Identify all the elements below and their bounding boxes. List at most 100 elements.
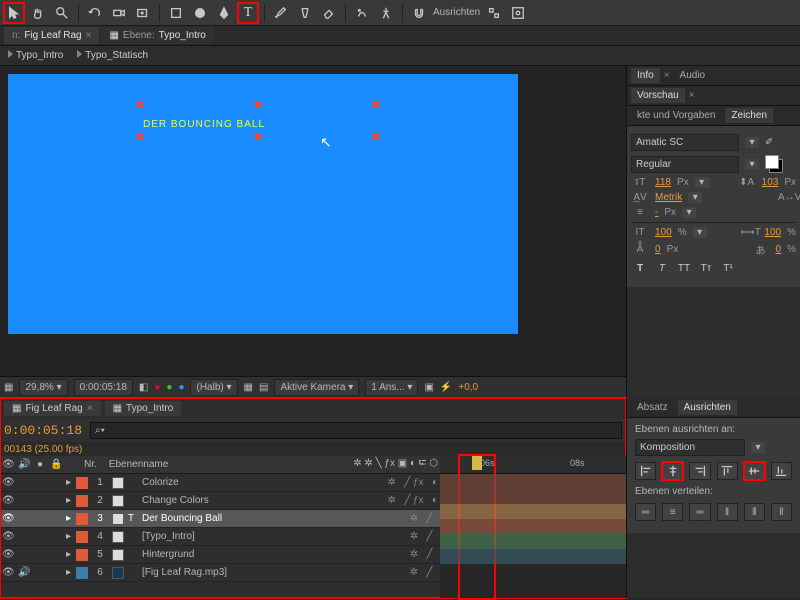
stroke-width[interactable]: - [655, 207, 658, 218]
align-vcenter[interactable] [744, 462, 765, 480]
camera-tool[interactable] [109, 3, 129, 23]
dist-hc[interactable]: ⦀ [744, 503, 765, 521]
leading[interactable]: 103 [762, 177, 779, 188]
file-tab-figleaf[interactable]: n:Fig Leaf Rag× [4, 27, 99, 44]
layer-row[interactable]: 👁 ▸ 5 Hintergrund ✲ ╱ [0, 546, 440, 564]
shape-ellipse-tool[interactable] [190, 3, 210, 23]
tab-zeichen[interactable]: Zeichen [725, 108, 773, 123]
eye-icon[interactable]: 👁 [2, 477, 14, 488]
composition-viewer: DER BOUNCING BALL ↖ ▦ 29,8% ▾ 0:00:05:18… [0, 66, 626, 398]
zoom-tool[interactable] [52, 3, 72, 23]
tab-ausrichten[interactable]: Ausrichten [678, 400, 737, 415]
dist-right[interactable]: ‖ [771, 503, 792, 521]
canvas[interactable]: DER BOUNCING BALL ↖ [8, 74, 518, 334]
zoom-dropdown[interactable]: 29,8% ▾ [19, 379, 67, 396]
close-icon[interactable]: × [87, 403, 93, 414]
puppet-tool[interactable] [376, 3, 396, 23]
super-btn[interactable]: T¹ [719, 263, 737, 279]
hscale[interactable]: 100 [764, 227, 781, 238]
vscale[interactable]: 100 [655, 227, 672, 238]
eraser-tool[interactable] [319, 3, 339, 23]
font-weight[interactable]: Regular [631, 156, 739, 173]
dist-left[interactable]: ‖ [717, 503, 738, 521]
file-tab-typo[interactable]: ▦ Ebene:Typo_Intro [101, 27, 213, 44]
bold-btn[interactable]: T [631, 263, 649, 279]
dist-vc[interactable]: ≡ [662, 503, 683, 521]
eye-icon[interactable]: 👁 [2, 495, 14, 506]
tab-info[interactable]: Info [631, 68, 660, 83]
cti-head[interactable] [472, 456, 482, 470]
align-target[interactable]: Komposition [635, 439, 745, 456]
view-opt-icon[interactable]: ▣ [424, 382, 433, 393]
layer-row[interactable]: 👁 🔊 ▸ 6 [Fig Leaf Rag.mp3] ✲ ╱ [0, 564, 440, 582]
close-icon[interactable]: × [86, 30, 92, 41]
brush-tool[interactable] [271, 3, 291, 23]
camera-dropdown[interactable]: Aktive Kamera ▾ [274, 379, 359, 396]
align-bottom[interactable] [771, 462, 792, 480]
bolt-icon[interactable]: ⚡ [440, 382, 452, 393]
resolution-dropdown[interactable]: (Halb) ▾ [190, 379, 237, 396]
comp-tab-intro[interactable]: Typo_Intro [8, 50, 63, 61]
selection-tool[interactable] [4, 3, 24, 23]
comp-tab-statisch[interactable]: Typo_Statisch [77, 50, 148, 61]
roto-tool[interactable] [352, 3, 372, 23]
eyedropper-icon[interactable]: ✐ [765, 137, 773, 148]
transparent-icon[interactable]: ▦ [244, 382, 253, 393]
shape-rect-tool[interactable] [166, 3, 186, 23]
baseline[interactable]: 0 [655, 244, 661, 255]
clone-tool[interactable] [295, 3, 315, 23]
layer-name: Change Colors [142, 495, 384, 506]
channel-icon[interactable]: ● [154, 382, 160, 393]
grid-icon[interactable]: ▤ [259, 382, 268, 393]
tab-effekte[interactable]: kte und Vorgaben [631, 108, 721, 123]
snap-screen[interactable] [508, 3, 528, 23]
font-size[interactable]: 118 [655, 177, 671, 188]
tab-absatz[interactable]: Absatz [631, 400, 674, 415]
time-display[interactable]: 0:00:05:18 [74, 379, 133, 396]
eye-icon[interactable]: 👁 [2, 513, 14, 524]
frame-count: 00143 (25.00 fps) [4, 444, 82, 455]
layer-row[interactable]: 👁 ▸ 2 Change Colors ✲ ╱ ƒx ◐ [0, 492, 440, 510]
timeline-tracks[interactable]: 06s 08s [440, 456, 626, 598]
kerning[interactable]: Metrik [655, 192, 682, 203]
timecode[interactable]: 0:00:05:18 [4, 423, 82, 438]
snap-icon[interactable] [409, 3, 429, 23]
tab-vorschau[interactable]: Vorschau [631, 88, 685, 103]
align-right[interactable] [689, 462, 710, 480]
tl-tab-typo[interactable]: ▦ Typo_Intro [105, 401, 182, 416]
layer-row[interactable]: 👁 ▸ 1 Colorize ✲ ╱ ƒx ◐ [0, 474, 440, 492]
tab-audio[interactable]: Audio [674, 68, 712, 83]
dist-bot[interactable]: ═ [689, 503, 710, 521]
caps-btn[interactable]: TT [675, 263, 693, 279]
layer-search[interactable]: ⌕▾ [90, 422, 622, 439]
layer-row[interactable]: 👁 ▸ 3 T Der Bouncing Ball ✲ ╱ [0, 510, 440, 528]
text-layer[interactable]: DER BOUNCING BALL [143, 104, 265, 134]
dist-top[interactable]: ═ [635, 503, 656, 521]
layer-name: Colorize [142, 477, 384, 488]
align-left[interactable] [635, 462, 656, 480]
anchor-tool[interactable] [133, 3, 153, 23]
eye-header-icon: 👁 [2, 459, 14, 470]
exposure-val[interactable]: +0,0 [458, 382, 478, 393]
rotate-tool[interactable] [85, 3, 105, 23]
mask-icon[interactable]: ◧ [139, 382, 148, 393]
tracking-icon: A↔V [778, 192, 796, 203]
snap-opts[interactable] [484, 3, 504, 23]
smallcaps-btn[interactable]: Tᴛ [697, 263, 715, 279]
type-tool[interactable]: T [238, 3, 258, 23]
eye-icon[interactable]: 👁 [2, 567, 14, 578]
hand-tool[interactable] [28, 3, 48, 23]
font-family[interactable]: Amatic SC [631, 134, 739, 151]
layer-list: 👁 🔊●🔒 Nr. Ebenenname ✲ ✲ ╲ ƒx ▣ ◐ ⮓ ⬡ 👁 … [0, 456, 440, 598]
pen-tool[interactable] [214, 3, 234, 23]
tl-tab-figleaf[interactable]: ▦ Fig Leaf Rag × [4, 401, 101, 416]
views-dropdown[interactable]: 1 Ans... ▾ [365, 379, 418, 396]
align-panel-wrap: Absatz Ausrichten Ebenen ausrichten an: … [626, 398, 800, 598]
right-panels: Info × Audio Vorschau× kte und Vorgaben … [626, 66, 800, 398]
align-hcenter[interactable] [662, 462, 683, 480]
align-top[interactable] [717, 462, 738, 480]
eye-icon[interactable]: 👁 [2, 549, 14, 560]
italic-btn[interactable]: T [653, 263, 671, 279]
eye-icon[interactable]: 👁 [2, 531, 14, 542]
layer-row[interactable]: 👁 ▸ 4 [Typo_Intro] ✲ ╱ [0, 528, 440, 546]
